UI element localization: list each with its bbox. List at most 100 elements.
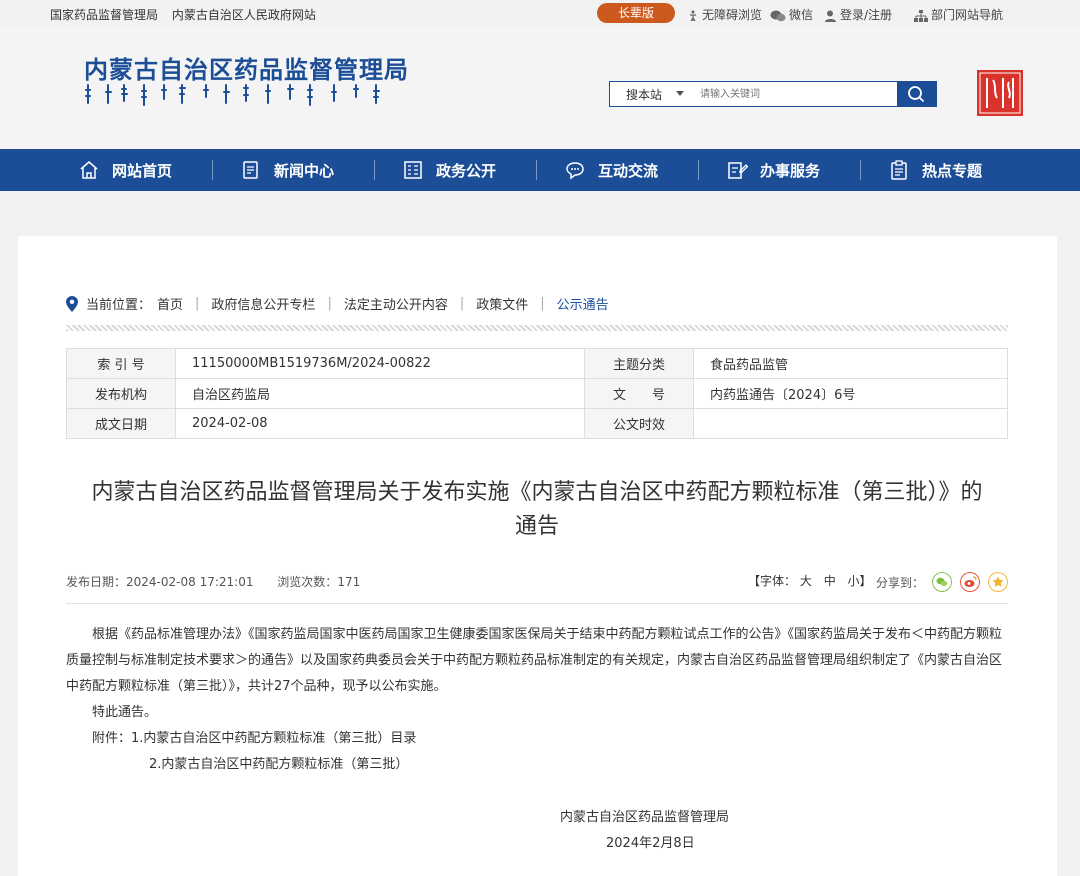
- article-title-line: 内蒙古自治区药品监督管理局关于发布实施《内蒙古自治区中药配方颗粒标准（第三批）》…: [91, 480, 983, 505]
- search-box: 搜本站: [609, 81, 937, 107]
- article-title: 内蒙古自治区药品监督管理局关于发布实施《内蒙古自治区中药配方颗粒标准（第三批）》…: [66, 476, 1008, 544]
- wechat-icon: [770, 10, 786, 21]
- edit-icon: [728, 162, 748, 179]
- meta-value: 11150000MB1519736M/2024-00822: [175, 348, 585, 379]
- nav-news-label: 新闻中心: [274, 161, 335, 180]
- search-input[interactable]: [698, 84, 892, 104]
- breadcrumb-separator: |: [195, 296, 200, 311]
- nav-divider: [212, 160, 213, 180]
- meta-label: 成文日期: [66, 408, 176, 439]
- views-count: 171: [337, 575, 361, 589]
- weibo-share-icon[interactable]: [960, 572, 981, 592]
- nav-gov-info[interactable]: 政务公开: [402, 149, 496, 191]
- breadcrumb-separator: |: [540, 296, 545, 311]
- accessibility-link[interactable]: 无障碍浏览: [687, 6, 762, 23]
- attachment-link[interactable]: 附件：1.内蒙古自治区中药配方颗粒标准（第三批）目录: [66, 726, 1008, 752]
- wechat-link[interactable]: 微信: [770, 6, 813, 23]
- top-links-left: 国家药品监督管理局 内蒙古自治区人民政府网站: [50, 6, 326, 23]
- search-button[interactable]: [897, 82, 936, 106]
- breadcrumb-policy[interactable]: 政策文件: [476, 294, 528, 313]
- nav-divider: [860, 160, 861, 180]
- site-logo[interactable]: 内蒙古自治区药品监督管理局: [84, 50, 409, 85]
- building-icon: [404, 161, 422, 179]
- breadcrumb-prefix: 当前位置：: [86, 298, 152, 313]
- signature-date: 2024年2月8日: [606, 836, 695, 851]
- breadcrumb-gov-info[interactable]: 政府信息公开专栏: [211, 294, 315, 313]
- main-nav: 网站首页 新闻中心 政务公开 互动交流 办事服务 热点专题: [0, 149, 1080, 191]
- link-gov[interactable]: 内蒙古自治区人民政府网站: [172, 8, 316, 22]
- home-icon: [80, 161, 98, 179]
- meta-label: 索 引 号: [66, 348, 176, 379]
- nav-services[interactable]: 办事服务: [726, 149, 820, 191]
- wechat-share-icon[interactable]: [932, 572, 953, 592]
- font-size-control: 【字体： 大 中 小】: [748, 572, 872, 589]
- share-label: 分享到：: [876, 575, 925, 590]
- views-label: 浏览次数：: [277, 575, 338, 589]
- dept-nav-link[interactable]: 部门网站导航: [914, 6, 1003, 23]
- attachment-link[interactable]: 2.内蒙古自治区中药配方颗粒标准（第三批）: [66, 752, 1008, 778]
- document-icon: [243, 161, 258, 179]
- article-body: 根据《药品标准管理办法》《国家药监局国家中医药局国家卫生健康委国家医保局关于结束…: [66, 622, 1008, 778]
- nav-divider: [698, 160, 699, 180]
- striped-divider: [66, 325, 1008, 331]
- dept-nav-label: 部门网站导航: [931, 8, 1004, 22]
- search-scope-select[interactable]: 搜本站: [626, 86, 662, 103]
- font-size-medium[interactable]: 中: [824, 574, 836, 588]
- table-row: 成文日期 2024-02-08 公文时效: [66, 408, 1008, 439]
- favorite-share-icon[interactable]: [988, 572, 1009, 592]
- nav-divider: [374, 160, 375, 180]
- meta-value: [693, 408, 1008, 439]
- site-header: 内蒙古自治区药品监督管理局 搜本站: [0, 28, 1080, 149]
- breadcrumb-notice[interactable]: 公示通告: [557, 294, 609, 313]
- publish-date: 2024-02-08 17:21:01: [126, 575, 254, 589]
- nav-topics[interactable]: 热点专题: [888, 149, 982, 191]
- link-nmpa[interactable]: 国家药品监督管理局: [50, 8, 158, 22]
- breadcrumb-statutory[interactable]: 法定主动公开内容: [344, 294, 448, 313]
- table-row: 索 引 号 11150000MB1519736M/2024-00822 主题分类…: [66, 348, 1008, 379]
- chevron-down-icon[interactable]: [676, 91, 684, 96]
- meta-label: 发布机构: [66, 378, 176, 409]
- login-label: 登录/注册: [840, 8, 893, 22]
- location-pin-icon: [66, 295, 78, 312]
- clipboard-icon: [891, 160, 907, 180]
- user-icon: [825, 10, 836, 22]
- font-size-large[interactable]: 大: [800, 574, 812, 588]
- meta-value: 内药监通告〔2024〕6号: [693, 378, 1008, 409]
- breadcrumb-home[interactable]: 首页: [157, 294, 183, 313]
- accessibility-label: 无障碍浏览: [702, 8, 763, 22]
- nav-gov-info-label: 政务公开: [436, 161, 497, 180]
- font-size-label: 【字体：: [748, 574, 797, 588]
- nav-interaction[interactable]: 互动交流: [564, 149, 658, 191]
- sitemap-icon: [914, 9, 928, 22]
- publish-date-label: 发布日期：: [66, 575, 127, 589]
- meta-label: 文 号: [584, 378, 694, 409]
- meta-label: 公文时效: [584, 408, 694, 439]
- mongolian-script-logo: [85, 84, 380, 106]
- nav-home-label: 网站首页: [112, 161, 173, 180]
- article-paragraph: 特此通告。: [92, 705, 158, 720]
- meta-value: 自治区药监局: [175, 378, 585, 409]
- signature: 2024年2月8日: [66, 832, 1008, 851]
- nav-divider: [536, 160, 537, 180]
- nav-news[interactable]: 新闻中心: [240, 149, 334, 191]
- content-divider: [66, 603, 1008, 604]
- breadcrumb-separator: |: [327, 296, 332, 311]
- login-link[interactable]: 登录/注册: [824, 6, 892, 23]
- article-title-line: 通告: [514, 514, 559, 539]
- meta-label: 主题分类: [584, 348, 694, 379]
- font-size-small[interactable]: 小】: [848, 574, 872, 588]
- chat-icon: [566, 162, 584, 180]
- seal-emblem-icon: [977, 70, 1023, 116]
- content-panel: 当前位置： 首页 | 政府信息公开专栏 | 法定主动公开内容 | 政策文件 | …: [18, 236, 1057, 876]
- nav-topics-label: 热点专题: [922, 161, 983, 180]
- signature: 内蒙古自治区药品监督管理局: [66, 806, 1008, 825]
- breadcrumb-separator: |: [459, 296, 465, 311]
- signature-org: 内蒙古自治区药品监督管理局: [560, 810, 730, 825]
- document-meta-table: 索 引 号 11150000MB1519736M/2024-00822 主题分类…: [66, 348, 1008, 439]
- meta-value: 2024-02-08: [175, 408, 585, 439]
- search-icon: [908, 86, 925, 103]
- elder-mode-button[interactable]: 长辈版: [597, 3, 675, 23]
- table-row: 发布机构 自治区药监局 文 号 内药监通告〔2024〕6号: [66, 378, 1008, 409]
- breadcrumb: 当前位置： 首页 | 政府信息公开专栏 | 法定主动公开内容 | 政策文件 | …: [66, 294, 609, 313]
- nav-home[interactable]: 网站首页: [78, 149, 172, 191]
